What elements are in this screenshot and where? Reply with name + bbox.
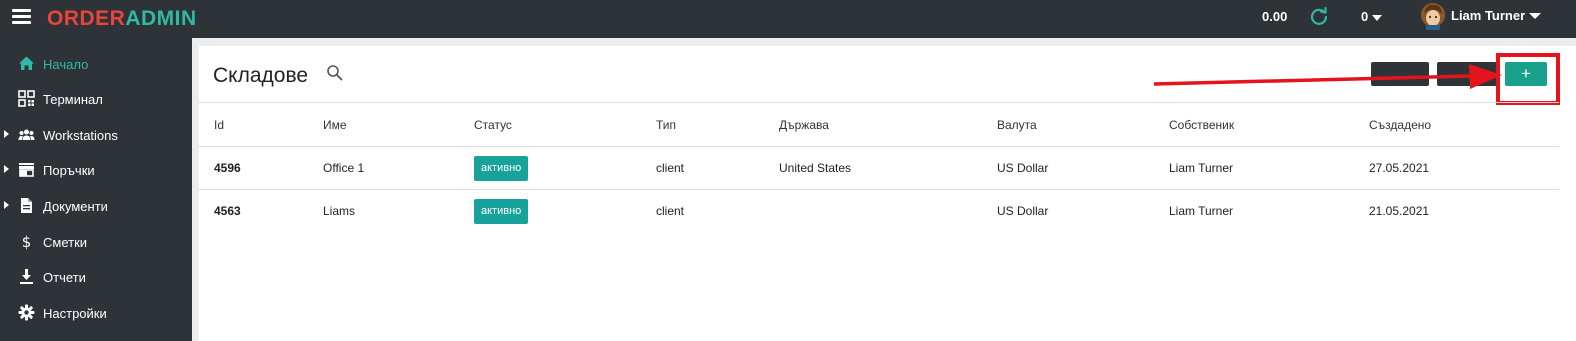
- status-badge: активно: [474, 155, 529, 181]
- balance-value: 0.00: [1262, 9, 1288, 24]
- expand-arrow-icon: [4, 130, 9, 138]
- column-header-owner[interactable]: Собственик: [1169, 103, 1369, 147]
- cell-id: 4563: [214, 204, 241, 219]
- sidebar-item-home[interactable]: Начало: [0, 47, 192, 81]
- cell-status: активно: [474, 147, 656, 190]
- cell-status: активно: [474, 190, 656, 233]
- cell-currency: US Dollar: [997, 204, 1049, 219]
- chevron-down-icon: [1372, 14, 1383, 21]
- main-content: Складове + Id Име Статус Тип Държава Вал…: [199, 46, 1576, 341]
- sidebar-item-label: Документи: [43, 199, 108, 214]
- sidebar: Начало Терминал Workstations Поръчки Док…: [0, 38, 192, 341]
- sidebar-item-label: Терминал: [43, 92, 103, 107]
- qr-code-icon: [18, 90, 35, 107]
- download-icon: [20, 269, 33, 284]
- sidebar-item-label: Настройки: [43, 306, 107, 321]
- app-logo[interactable]: ORDERADMIN: [47, 7, 197, 31]
- sidebar-item-label: Отчети: [43, 270, 86, 285]
- count-value: 0: [1361, 9, 1369, 24]
- top-bar: ORDERADMIN 0.00 0 Liam Turner: [0, 0, 1576, 38]
- cell-name: Office 1: [323, 161, 365, 175]
- sidebar-item-settings[interactable]: Настройки: [0, 296, 192, 330]
- count-dropdown[interactable]: 0: [1361, 9, 1383, 24]
- gear-icon: [18, 304, 35, 321]
- users-icon: [18, 129, 35, 140]
- annotation-highlight-box: [1496, 53, 1560, 105]
- sidebar-item-label: Начало: [43, 57, 89, 72]
- page-title: Складове: [213, 64, 309, 87]
- cell-created: 27.05.2021: [1369, 161, 1430, 175]
- logo-admin-text: ADMIN: [125, 7, 197, 30]
- status-badge: активно: [474, 198, 529, 224]
- expand-arrow-icon: [4, 201, 9, 209]
- dollar-icon: $: [22, 233, 32, 250]
- column-header-country[interactable]: Държава: [779, 103, 997, 147]
- cell-owner: Liam Turner: [1169, 161, 1234, 175]
- cell-currency: US Dollar: [997, 161, 1049, 175]
- avatar[interactable]: [1420, 2, 1446, 30]
- cell-created: 21.05.2021: [1369, 204, 1430, 219]
- sidebar-item-label: Поръчки: [43, 163, 95, 178]
- user-name[interactable]: Liam Turner: [1451, 8, 1525, 23]
- refresh-icon[interactable]: [1309, 6, 1329, 26]
- cell-name: Liams: [323, 204, 356, 219]
- cell-type: client: [656, 161, 685, 175]
- warehouses-table: Id Име Статус Тип Държава Валута Собстве…: [199, 102, 1559, 233]
- column-header-status[interactable]: Статус: [474, 103, 656, 147]
- table-row[interactable]: 4563 Liams активно client US Dollar Liam…: [199, 189, 1559, 233]
- store-icon: [19, 163, 34, 177]
- column-header-id[interactable]: Id: [199, 103, 323, 147]
- annotation-arrow: [1154, 64, 1502, 89]
- sidebar-item-label: Сметки: [43, 235, 88, 250]
- logo-order-text: ORDER: [47, 7, 126, 30]
- sidebar-item-label: Workstations: [43, 128, 118, 143]
- column-header-name[interactable]: Име: [323, 103, 474, 147]
- sidebar-item-orders[interactable]: Поръчки: [0, 153, 192, 187]
- sidebar-item-terminal[interactable]: Терминал: [0, 82, 192, 116]
- document-icon: [21, 198, 32, 213]
- expand-arrow-icon: [4, 165, 9, 173]
- search-icon[interactable]: [326, 64, 343, 81]
- menu-icon[interactable]: [12, 9, 31, 24]
- table-header-row: Id Име Статус Тип Държава Валута Собстве…: [199, 102, 1559, 147]
- column-header-created[interactable]: Създадено: [1369, 103, 1559, 147]
- sidebar-item-reports[interactable]: Отчети: [0, 260, 192, 294]
- sidebar-item-documents[interactable]: Документи: [0, 189, 192, 223]
- cell-country: [779, 190, 997, 233]
- table-row[interactable]: 4596 Office 1 активно client United Stat…: [199, 146, 1559, 190]
- cell-type: client: [656, 204, 685, 219]
- cell-country: United States: [779, 161, 852, 175]
- user-menu-chevron-icon[interactable]: [1529, 13, 1541, 19]
- sidebar-item-workstations[interactable]: Workstations: [0, 118, 192, 152]
- cell-id: 4596: [214, 161, 241, 175]
- column-header-currency[interactable]: Валута: [997, 103, 1169, 147]
- cell-owner: Liam Turner: [1169, 204, 1234, 219]
- column-header-type[interactable]: Тип: [656, 103, 779, 147]
- sidebar-item-accounts[interactable]: $ Сметки: [0, 225, 192, 259]
- home-icon: [19, 56, 34, 70]
- svg-text:$: $: [22, 233, 32, 250]
